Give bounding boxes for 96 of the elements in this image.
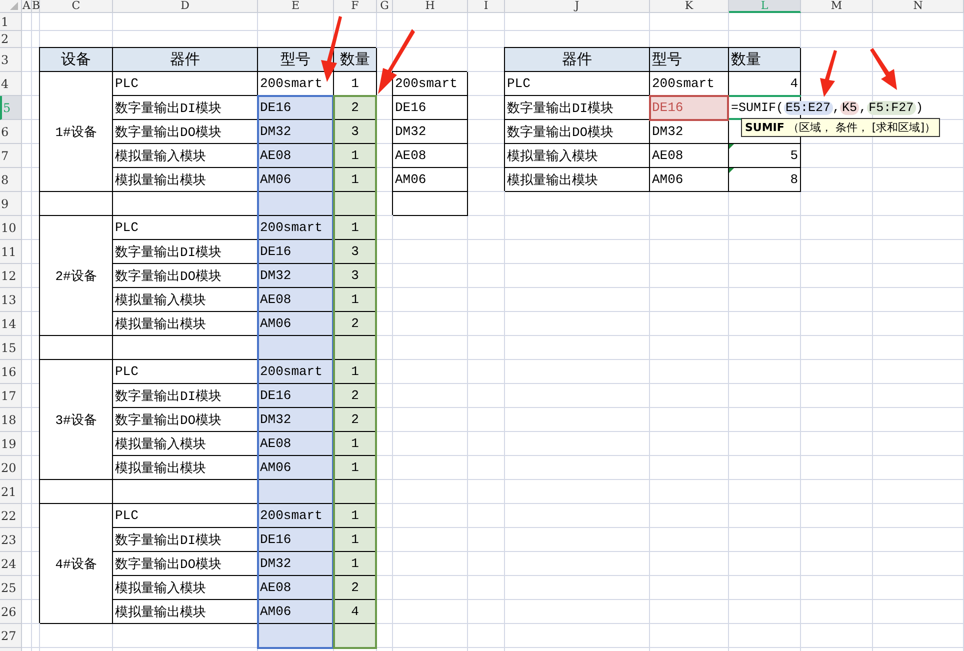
column-header[interactable]: B [32, 0, 40, 13]
row-header[interactable]: 21 [0, 480, 22, 504]
table-cell: 200smart [393, 72, 468, 96]
column-heading: 器件 [113, 48, 258, 72]
table-cell: AE08 [258, 144, 334, 168]
table-cell: AM06 [258, 600, 334, 624]
table-cell: DE16 [393, 96, 468, 120]
table-cell: 模拟量输入模块 [505, 144, 650, 168]
column-header[interactable]: D [113, 0, 258, 13]
column-header[interactable]: J [505, 0, 650, 13]
column-header[interactable]: C [40, 0, 113, 13]
row-header[interactable]: 19 [0, 432, 22, 456]
annotation-arrow [820, 50, 837, 97]
table-cell: 2#设备 [40, 216, 113, 336]
table-cell: 1#设备 [40, 72, 113, 192]
row-header[interactable]: 4 [0, 72, 22, 96]
range-reference: E5:E27 [784, 101, 833, 115]
column-header[interactable]: H [393, 0, 468, 13]
table-cell: 数字量输出DO模块 [505, 120, 650, 144]
table-cell: DE16 [258, 384, 334, 408]
table-cell: 3#设备 [40, 360, 113, 480]
table-cell: AM06 [650, 168, 729, 192]
table-cell: AE08 [393, 144, 468, 168]
table-cell: 200smart [650, 72, 729, 96]
range-reference: F5:F27 [866, 101, 916, 115]
table-cell: PLC [505, 72, 650, 96]
table-cell: 200smart [258, 360, 334, 384]
row-header[interactable]: 27 [0, 624, 22, 648]
row-header[interactable]: 11 [0, 240, 22, 264]
table-cell: 模拟量输出模块 [505, 168, 650, 192]
row-header[interactable]: 1 [0, 13, 22, 31]
row-header[interactable]: 12 [0, 264, 22, 288]
table-cell: 8 [729, 168, 801, 192]
table-cell: 200smart [258, 72, 334, 96]
function-tooltip: SUMIF （区域， 条件， [求和区域]） [741, 118, 940, 137]
column-header[interactable]: N [873, 0, 964, 13]
table-cell: AE08 [258, 288, 334, 312]
column-header[interactable]: I [468, 0, 505, 13]
row-header[interactable]: 6 [0, 120, 22, 144]
row-header[interactable]: 15 [0, 336, 22, 360]
table-cell: DE16 [258, 240, 334, 264]
table-cell: AE08 [258, 576, 334, 600]
row-header[interactable]: 23 [0, 528, 22, 552]
table-cell: DM32 [258, 408, 334, 432]
row-header[interactable]: 22 [0, 504, 22, 528]
column-heading: 数量 [334, 48, 377, 72]
table-cell: AM06 [258, 168, 334, 192]
row-header[interactable]: 20 [0, 456, 22, 480]
row-header[interactable]: 2 [0, 31, 22, 48]
row-header[interactable]: 18 [0, 408, 22, 432]
table-cell: AE08 [650, 144, 729, 168]
table-cell: 5 [729, 144, 801, 168]
table-cell: AM06 [258, 312, 334, 336]
row-header[interactable]: 17 [0, 384, 22, 408]
row-header[interactable]: 14 [0, 312, 22, 336]
table-cell: DM32 [650, 120, 729, 144]
row-header[interactable]: 8 [0, 168, 22, 192]
row-header[interactable]: 25 [0, 576, 22, 600]
column-heading: 型号 [650, 48, 729, 72]
row-header[interactable]: 24 [0, 552, 22, 576]
table-cell: DE16 [258, 528, 334, 552]
formula-text: , [832, 101, 840, 115]
row-header[interactable]: 3 [0, 48, 22, 72]
row-header[interactable]: 9 [0, 192, 22, 216]
table-cell: AM06 [393, 168, 468, 192]
column-heading: 数量 [729, 48, 801, 72]
table-cell: 200smart [258, 504, 334, 528]
formula-text: , [859, 101, 867, 115]
row-header[interactable]: 10 [0, 216, 22, 240]
table-cell: DM32 [393, 120, 468, 144]
column-header[interactable]: G [377, 0, 393, 13]
annotation-arrow [870, 48, 897, 90]
row-header[interactable]: 7 [0, 144, 22, 168]
column-header[interactable]: A [22, 0, 32, 13]
formula-text: =SUMIF( [731, 101, 784, 115]
table-cell: AE08 [258, 432, 334, 456]
table-cell: 200smart [258, 216, 334, 240]
table-cell: 4#设备 [40, 504, 113, 624]
table-cell: DM32 [258, 264, 334, 288]
column-header[interactable]: F [334, 0, 377, 13]
table-cell: DM32 [258, 120, 334, 144]
table-cell: PLC [113, 72, 258, 96]
row-header[interactable]: 13 [0, 288, 22, 312]
table-cell: AM06 [258, 456, 334, 480]
column-header[interactable]: M [801, 0, 873, 13]
column-heading: 器件 [505, 48, 650, 72]
row-header[interactable]: 16 [0, 360, 22, 384]
table-cell: DM32 [258, 552, 334, 576]
column-header[interactable]: E [258, 0, 334, 13]
column-heading: 设备 [40, 48, 113, 72]
table-cell: 4 [334, 600, 377, 624]
annotation-arrow [321, 16, 342, 82]
range-reference: K5 [840, 101, 860, 115]
row-header[interactable]: 26 [0, 600, 22, 624]
formula-text: ) [916, 101, 924, 115]
column-header[interactable]: K [650, 0, 729, 13]
